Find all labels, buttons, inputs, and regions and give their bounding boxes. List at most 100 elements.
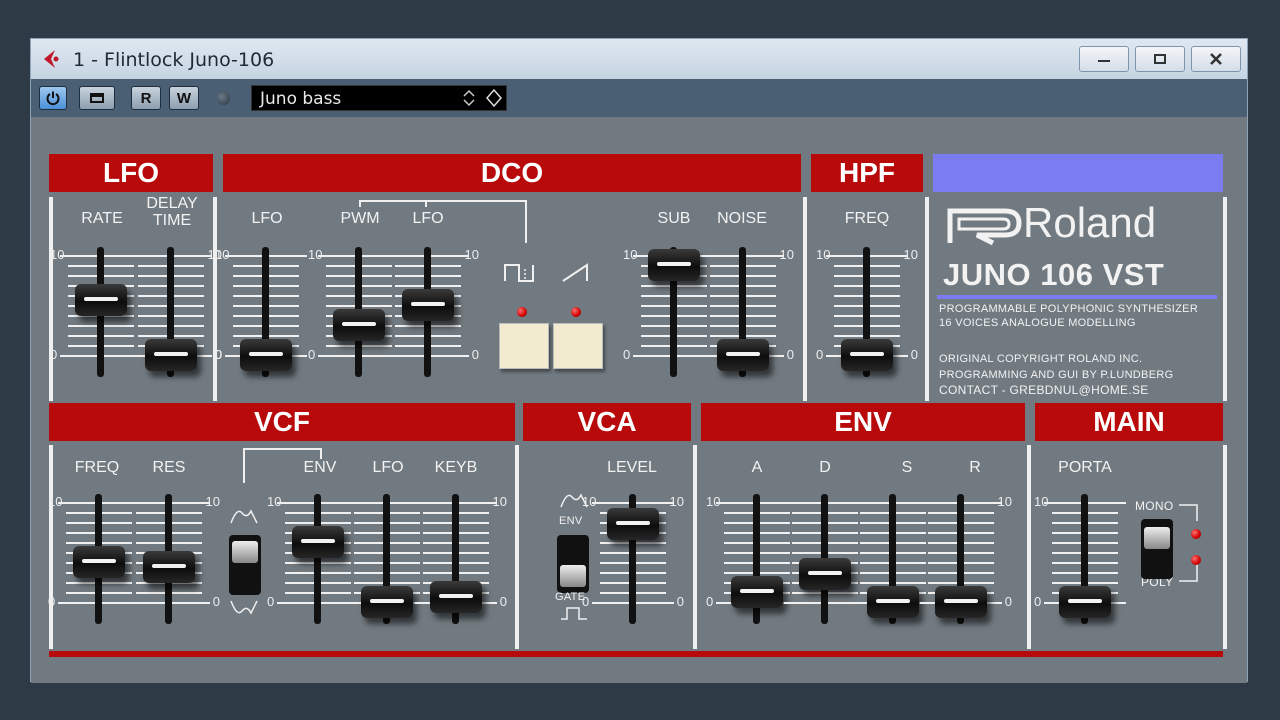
slider-cap[interactable]	[717, 339, 769, 371]
section-header-hpf: HPF	[811, 154, 923, 192]
vcf-res-label: RES	[152, 459, 186, 476]
model-name: JUNO 106 VST	[943, 257, 1165, 292]
scale-number: 10	[50, 247, 65, 262]
restore-button[interactable]	[1135, 46, 1185, 72]
mono-led	[1191, 529, 1201, 539]
roland-logo: Roland	[947, 199, 1217, 249]
scale-number: 0	[215, 347, 223, 362]
slider-cap[interactable]	[145, 339, 197, 371]
brand-line-3: ORIGINAL COPYRIGHT ROLAND INC.	[939, 353, 1143, 365]
scale-number: 0	[212, 594, 220, 609]
slider-cap[interactable]	[402, 289, 454, 321]
slider-track	[314, 494, 321, 624]
scale-number: 10	[492, 494, 507, 509]
power-button[interactable]	[39, 86, 67, 110]
preset-menu-icon[interactable]	[484, 88, 504, 108]
scale-number: 10	[706, 494, 721, 509]
slider-dco-noise[interactable]: 10 0	[688, 247, 798, 377]
scale-number: 0	[1004, 594, 1012, 609]
accent-bar	[933, 154, 1223, 192]
restore-icon	[1154, 54, 1166, 64]
slider-cap[interactable]	[1059, 586, 1111, 618]
slider-cap[interactable]	[841, 339, 893, 371]
roland-logo-text: Roland	[1023, 199, 1157, 246]
env-a-label: A	[751, 459, 763, 476]
scale-number: 0	[1034, 594, 1042, 609]
dco-sub-label: SUB	[657, 210, 691, 227]
slider-vca-level[interactable]: 10 0 10 0	[578, 494, 688, 624]
scale-number: 10	[997, 494, 1012, 509]
scale-number: 10	[669, 494, 684, 509]
scale-number: 0	[676, 594, 684, 609]
section-header-lfo: LFO	[49, 154, 213, 192]
section-header-env: ENV	[701, 403, 1025, 441]
scale-number: 10	[215, 247, 230, 262]
square-wave-button[interactable]	[499, 323, 549, 369]
vcf-keyb-label: KEYB	[434, 459, 478, 476]
scale-number: 10	[205, 494, 220, 509]
vcf-lfo-label: LFO	[372, 459, 404, 476]
scale-number: 0	[786, 347, 794, 362]
slider-cap[interactable]	[143, 551, 195, 583]
slider-vcf-res[interactable]: 10 0	[114, 494, 224, 624]
bottom-red-strip	[49, 651, 1223, 657]
model-underline	[937, 295, 1217, 299]
activity-led	[217, 92, 230, 105]
slider-dco-pwm-lfo[interactable]: 10 0	[373, 247, 483, 377]
section-header-vca: VCA	[523, 403, 691, 441]
slider-cap[interactable]	[430, 581, 482, 613]
vcf-env-polarity-switch[interactable]	[229, 535, 261, 595]
scale-number: 0	[706, 594, 714, 609]
mono-poly-switch[interactable]	[1141, 519, 1173, 579]
brand-line-1: PROGRAMMABLE POLYPHONIC SYNTHESIZER	[939, 303, 1199, 315]
square-wave-icon	[504, 264, 534, 282]
sawtooth-wave-icon	[562, 263, 588, 282]
slider-hpf-freq[interactable]: 10 0 10 0	[812, 247, 922, 377]
slider-vcf-keyb[interactable]: 10 0	[401, 494, 511, 624]
scale-number: 10	[1034, 494, 1049, 509]
scale-number: 10	[582, 494, 597, 509]
env-s-label: S	[901, 459, 913, 476]
minimize-button[interactable]	[1079, 46, 1129, 72]
scale-number: 10	[308, 247, 323, 262]
vca-level-label: LEVEL	[607, 459, 657, 476]
sawtooth-wave-button[interactable]	[553, 323, 603, 369]
scale-number: 0	[910, 347, 918, 362]
preset-selector[interactable]: Juno bass	[251, 85, 507, 111]
vcf-freq-label: FREQ	[74, 459, 120, 476]
plugin-window: 1 - Flintlock Juno-106 R W Juno bass LFO…	[30, 38, 1248, 683]
write-automation-button[interactable]: W	[169, 86, 199, 110]
slider-lfo-delay[interactable]: 10 0	[116, 247, 226, 377]
env-r-label: R	[969, 459, 981, 476]
read-automation-button[interactable]: R	[131, 86, 161, 110]
close-icon	[1210, 53, 1222, 65]
brand-line-5: CONTACT - GREBDNUL@HOME.SE	[939, 383, 1149, 397]
dco-lfo-label: LFO	[251, 210, 283, 227]
sawtooth-wave-led	[571, 307, 581, 317]
slider-cap[interactable]	[607, 508, 659, 540]
mono-label: MONO	[1135, 499, 1174, 513]
slider-cap[interactable]	[935, 586, 987, 618]
lfo-delay-label: DELAY TIME	[146, 195, 198, 229]
scale-number: 10	[267, 494, 282, 509]
section-header-main: MAIN	[1035, 403, 1223, 441]
env-positive-icon	[230, 509, 258, 524]
slider-env-r[interactable]: 10 0	[906, 494, 1016, 624]
preset-name: Juno bass	[260, 89, 342, 109]
bypass-button[interactable]	[79, 86, 115, 110]
preset-updown-icon[interactable]	[460, 88, 478, 108]
brand-line-4: PROGRAMMING AND GUI BY P.LUNDBERG	[939, 369, 1174, 381]
scale-number: 10	[464, 247, 479, 262]
scale-number: 0	[267, 594, 275, 609]
plugin-toolbar: R W Juno bass	[31, 79, 1247, 117]
slider-cap[interactable]	[240, 339, 292, 371]
title-bar[interactable]: 1 - Flintlock Juno-106	[31, 39, 1247, 79]
close-button[interactable]	[1191, 46, 1241, 72]
slider-main-porta[interactable]: 10 0	[1030, 494, 1140, 624]
vcf-env-bracket	[243, 448, 322, 483]
scale-number: 10	[48, 494, 63, 509]
poly-led	[1191, 555, 1201, 565]
scale-number: 0	[623, 347, 631, 362]
lfo-rate-label: RATE	[81, 210, 123, 227]
hpf-freq-label: FREQ	[844, 210, 890, 227]
